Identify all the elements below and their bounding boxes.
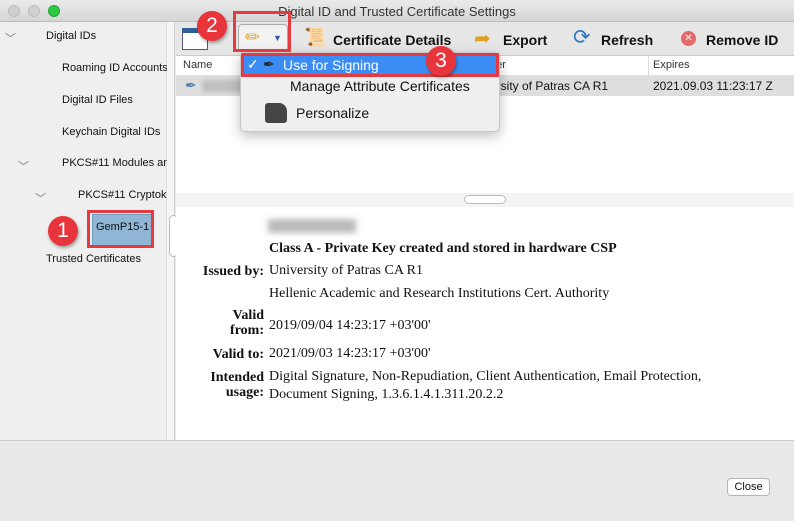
intended-usage-label: Intended usage: — [210, 370, 264, 400]
close-button[interactable]: Close — [727, 478, 770, 496]
intended-usage-line2: Document Signing, 1.3.6.1.4.1.311.20.2.2 — [269, 387, 504, 402]
issued-by-label: Issued by: — [202, 264, 264, 279]
refresh-icon: ⟳ — [573, 26, 591, 49]
sidebar-item-digital-ids[interactable]: Digital IDs — [46, 30, 96, 42]
annotation-highlight-3 — [241, 53, 499, 77]
chevron-down-icon[interactable]: ﹀ — [35, 190, 46, 206]
splitter-handle[interactable] — [464, 195, 506, 204]
sidebar-item-trusted-certs[interactable]: Trusted Certificates — [46, 253, 141, 265]
export-button[interactable]: Export — [503, 32, 547, 48]
column-header-name[interactable]: Name — [183, 59, 212, 71]
certificate-details: Class A - Private Key created and stored… — [176, 207, 794, 440]
sidebar-item-files[interactable]: Digital ID Files — [62, 94, 133, 106]
certificate-icon: 📜 — [304, 27, 327, 47]
personalize-icon — [265, 103, 287, 123]
sidebar-item-roaming[interactable]: Roaming ID Accounts — [62, 62, 167, 74]
sidebar-item-pkcs11-cryptoki[interactable]: PKCS#11 Cryptoki — [78, 189, 167, 201]
column-divider — [648, 56, 649, 76]
footer-bar — [0, 440, 794, 521]
annotation-badge-3: 3 — [426, 46, 456, 76]
intended-usage-line1: Digital Signature, Non-Repudiation, Clie… — [269, 369, 702, 384]
chevron-down-icon[interactable]: ﹀ — [5, 30, 16, 46]
issued-by-value: University of Patras CA R1 — [269, 263, 423, 278]
pen-icon: ✒ — [185, 77, 197, 93]
refresh-button[interactable]: Refresh — [601, 32, 653, 48]
annotation-badge-2: 2 — [197, 11, 227, 41]
title-bar: Digital ID and Trusted Certificate Setti… — [0, 0, 794, 22]
chevron-down-icon[interactable]: ﹀ — [18, 158, 29, 174]
certificate-class: Class A - Private Key created and stored… — [269, 241, 617, 256]
menu-item-personalize[interactable]: Personalize — [296, 105, 369, 121]
horizontal-splitter[interactable] — [176, 193, 794, 207]
valid-from-label: Valid from: — [230, 308, 264, 338]
window-title: Digital ID and Trusted Certificate Setti… — [278, 4, 516, 19]
remove-id-button[interactable]: Remove ID — [706, 32, 778, 48]
sidebar-item-pkcs11-modules[interactable]: PKCS#11 Modules and Tokens — [62, 157, 167, 169]
valid-from-value: 2019/09/04 14:23:17 +03'00' — [269, 318, 431, 333]
sidebar-item-keychain[interactable]: Keychain Digital IDs — [62, 126, 160, 138]
annotation-highlight-1 — [87, 210, 154, 248]
annotation-highlight-2 — [233, 11, 291, 52]
valid-to-label: Valid to: — [212, 347, 264, 362]
expires-cell: 2021.09.03 11:23:17 Z — [653, 79, 773, 93]
export-arrow-icon: ➦ — [474, 28, 491, 50]
menu-item-manage-attribute-certificates[interactable]: Manage Attribute Certificates — [290, 78, 470, 94]
blurred-owner-name — [268, 219, 356, 233]
valid-to-value: 2021/09/03 14:23:17 +03'00' — [269, 346, 431, 361]
column-header-expires[interactable]: Expires — [653, 59, 690, 71]
certificate-details-button[interactable]: Certificate Details — [333, 32, 451, 48]
annotation-badge-1: 1 — [48, 216, 78, 246]
remove-icon: ✕ — [681, 31, 696, 46]
issuer-authority: Hellenic Academic and Research Instituti… — [269, 286, 610, 301]
